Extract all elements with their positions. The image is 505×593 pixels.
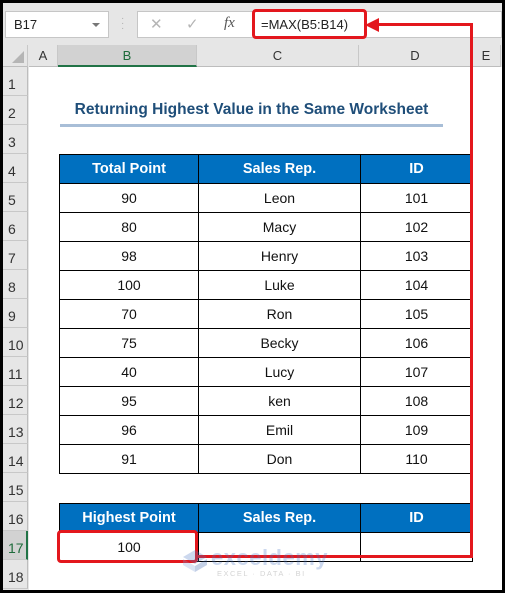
table-row-cell[interactable]: 101 xyxy=(361,184,473,213)
row-header-14[interactable]: 14 xyxy=(3,444,28,473)
table-row-cell[interactable]: 90 xyxy=(60,184,199,213)
table-row-cell[interactable]: 40 xyxy=(60,358,199,387)
table-row-cell[interactable]: Ron xyxy=(199,300,361,329)
row-header-8[interactable]: 8 xyxy=(3,270,28,299)
table-row-cell[interactable]: 70 xyxy=(60,300,199,329)
column-header-d[interactable]: D xyxy=(359,45,472,67)
table-row-cell[interactable]: Don xyxy=(199,445,361,474)
row-header-1[interactable]: 1 xyxy=(3,67,28,96)
row-header-6[interactable]: 6 xyxy=(3,212,28,241)
table-row-cell[interactable]: ken xyxy=(199,387,361,416)
table-row-cell[interactable]: 102 xyxy=(361,213,473,242)
table-row-cell[interactable]: 100 xyxy=(60,271,199,300)
row-header-9[interactable]: 9 xyxy=(3,299,28,328)
header-cell[interactable]: Total Point xyxy=(60,155,199,184)
formula-highlight-box xyxy=(252,9,367,39)
column-header-e[interactable]: E xyxy=(472,45,501,67)
name-box-value: B17 xyxy=(14,17,38,32)
enter-icon[interactable]: ✓ xyxy=(186,15,199,33)
row-header-11[interactable]: 11 xyxy=(3,357,28,386)
select-all-triangle-icon xyxy=(12,51,24,63)
result-header-cell[interactable]: ID xyxy=(361,504,473,533)
table-row-cell[interactable]: 108 xyxy=(361,387,473,416)
table-row-cell[interactable]: 80 xyxy=(60,213,199,242)
table-row-cell[interactable]: 107 xyxy=(361,358,473,387)
header-cell[interactable]: Sales Rep. xyxy=(199,155,361,184)
result-header-cell[interactable]: Sales Rep. xyxy=(199,504,361,533)
row-header-4[interactable]: 4 xyxy=(3,154,28,183)
row-header-17[interactable]: 17 xyxy=(3,531,28,560)
annotation-line-bottom xyxy=(195,555,473,558)
insert-function-icon[interactable]: fx xyxy=(224,15,235,32)
annotation-line-vertical xyxy=(470,24,473,558)
column-header-c[interactable]: C xyxy=(197,45,359,67)
table-row-cell[interactable]: 95 xyxy=(60,387,199,416)
sheet-title: Returning Highest Value in the Same Work… xyxy=(74,101,429,118)
table-row-cell[interactable]: Becky xyxy=(199,329,361,358)
row-header-13[interactable]: 13 xyxy=(3,415,28,444)
table-row-cell[interactable]: Leon xyxy=(199,184,361,213)
cancel-icon[interactable]: ✕ xyxy=(150,15,163,33)
table-row-cell[interactable]: Lucy xyxy=(199,358,361,387)
row-header-15[interactable]: 15 xyxy=(3,473,28,502)
header-cell[interactable]: ID xyxy=(361,155,473,184)
row-header-12[interactable]: 12 xyxy=(3,386,28,415)
row-header-10[interactable]: 10 xyxy=(3,328,28,357)
name-box-dropdown-icon[interactable] xyxy=(92,23,100,27)
table-row-cell[interactable]: 103 xyxy=(361,242,473,271)
row-header-3[interactable]: 3 xyxy=(3,125,28,154)
table-row-cell[interactable]: 96 xyxy=(60,416,199,445)
table-row-cell[interactable]: 104 xyxy=(361,271,473,300)
table-row-cell[interactable]: 75 xyxy=(60,329,199,358)
excel-window: B17 · · · ✕ ✓ fx =MAX(B5:B14) A B C D E 12… xyxy=(3,3,502,590)
annotation-arrow-icon xyxy=(365,18,379,32)
row-header-7[interactable]: 7 xyxy=(3,241,28,270)
table-row-cell[interactable]: 109 xyxy=(361,416,473,445)
drag-handle-icon[interactable]: · · · xyxy=(121,14,124,34)
row-header-16[interactable]: 16 xyxy=(3,502,28,531)
table-row-cell[interactable]: Macy xyxy=(199,213,361,242)
title-underline xyxy=(60,124,443,127)
row-header-5[interactable]: 5 xyxy=(3,183,28,212)
annotation-line-top xyxy=(378,23,473,26)
name-box[interactable]: B17 xyxy=(5,11,109,38)
table-row-cell[interactable]: Henry xyxy=(199,242,361,271)
table-row-cell[interactable]: Luke xyxy=(199,271,361,300)
column-header-b[interactable]: B xyxy=(58,45,197,67)
table-row-cell[interactable]: 91 xyxy=(60,445,199,474)
table-row-cell[interactable]: 98 xyxy=(60,242,199,271)
select-all-button[interactable] xyxy=(3,45,28,67)
result-header-cell[interactable]: Highest Point xyxy=(60,504,199,533)
row-header-18[interactable]: 18 xyxy=(3,560,28,589)
table-row-cell[interactable]: 105 xyxy=(361,300,473,329)
result-highlight-box xyxy=(57,530,198,563)
table-row-cell[interactable]: 106 xyxy=(361,329,473,358)
table-row-cell[interactable]: 110 xyxy=(361,445,473,474)
row-header-2[interactable]: 2 xyxy=(3,96,28,125)
worksheet-grid[interactable]: Returning Highest Value in the Same Work… xyxy=(29,67,502,590)
table-row-cell[interactable]: Emil xyxy=(199,416,361,445)
formula-buttons: ✕ ✓ fx xyxy=(137,11,249,38)
column-header-a[interactable]: A xyxy=(29,45,58,67)
